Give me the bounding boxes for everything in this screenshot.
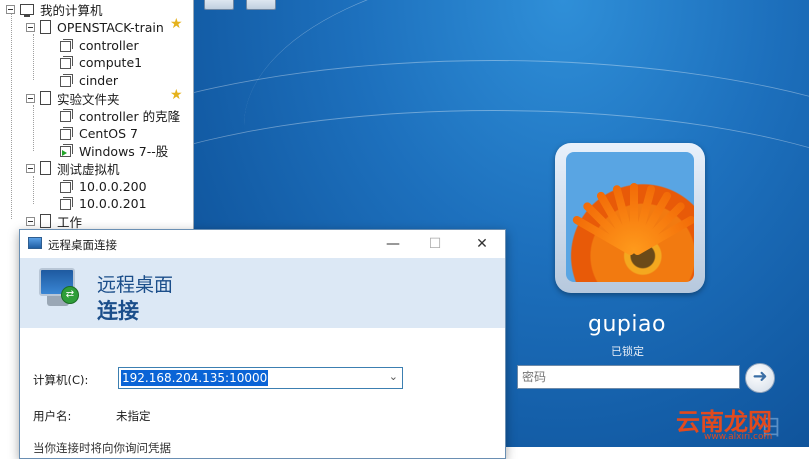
collapse-icon[interactable] [26, 163, 35, 173]
tree-root[interactable]: 我的计算机 [6, 0, 103, 18]
tree-item-vm[interactable]: 10.0.0.200 [60, 177, 147, 195]
tree-group-openstack-train[interactable]: OPENSTACK-train [26, 18, 164, 36]
tree-item-vm[interactable]: 10.0.0.201 [60, 194, 147, 212]
computer-value[interactable]: 192.168.204.135:10000 [121, 370, 269, 386]
tree-item-vm-running[interactable]: Windows 7--股 [60, 141, 168, 159]
toolbar-button[interactable] [204, 0, 234, 10]
arrow-right-icon: ➜ [752, 366, 768, 387]
remote-desktop-dialog: 远程桌面连接 — ☐ ✕ ⇄ 远程桌面 连接 计算机(C): 192.168.2… [19, 229, 506, 459]
header-title-line2: 连接 [97, 299, 139, 323]
username-value: 未指定 [116, 409, 151, 423]
tree-item-label: controller 的克隆 [79, 108, 181, 124]
collapse-icon[interactable] [26, 216, 35, 226]
tree-item-label: CentOS 7 [79, 125, 138, 141]
minimize-button[interactable]: — [378, 234, 408, 254]
vm-icon [60, 126, 73, 140]
collapse-icon[interactable] [26, 93, 35, 103]
tree-group-test-vms[interactable]: 测试虚拟机 [26, 159, 120, 177]
computer-icon [20, 3, 34, 17]
folder-icon [40, 214, 51, 228]
vm-icon [60, 196, 73, 210]
username-label: 用户名: [33, 409, 72, 423]
tree-item-label: 10.0.0.200 [79, 178, 147, 194]
user-avatar [555, 143, 705, 293]
collapse-icon[interactable] [26, 22, 35, 32]
tree-item-vm[interactable]: CentOS 7 [60, 124, 138, 142]
toolbar-button[interactable] [246, 0, 276, 10]
vm-icon [60, 38, 73, 52]
dialog-header: ⇄ 远程桌面 连接 [20, 258, 505, 328]
credential-hint: 当你连接时将向你询问凭据 [33, 441, 171, 455]
tree-group-label: OPENSTACK-train [57, 19, 164, 35]
tree-item-vm[interactable]: compute1 [60, 53, 142, 71]
flower-picture [566, 152, 694, 282]
vm-running-icon [60, 143, 73, 157]
folder-icon [40, 20, 51, 34]
star-icon[interactable]: ★ [170, 16, 183, 32]
tree-item-vm[interactable]: cinder [60, 71, 118, 89]
dialog-titlebar[interactable]: 远程桌面连接 — ☐ ✕ [20, 230, 505, 258]
login-arrow-button[interactable]: ➜ [745, 363, 775, 393]
star-icon[interactable]: ★ [170, 87, 183, 103]
rdp-app-icon [28, 237, 42, 249]
tree-item-label: Windows 7--股 [79, 143, 169, 159]
tree-group-label: 工作 [57, 214, 83, 230]
chevron-down-icon[interactable]: ⌄ [389, 370, 398, 383]
tree-item-label: 10.0.0.201 [79, 195, 147, 211]
lock-username: gupiao [588, 312, 666, 337]
vm-icon [60, 108, 73, 122]
header-title-line1: 远程桌面 [97, 274, 174, 296]
tree-group-label: 测试虚拟机 [57, 161, 120, 177]
computer-combobox[interactable]: 192.168.204.135:10000 ⌄ [118, 367, 403, 389]
vm-icon [60, 55, 73, 69]
watermark-url: www.alxiri.com [704, 432, 773, 442]
dialog-title: 远程桌面连接 [48, 238, 117, 252]
folder-icon [40, 91, 51, 105]
tree-item-label: controller [79, 37, 139, 53]
lock-status: 已锁定 [611, 345, 644, 358]
tree-group-experiment-folder[interactable]: 实验文件夹 [26, 89, 120, 107]
vm-icon [60, 179, 73, 193]
tree-item-vm[interactable]: controller [60, 36, 139, 54]
password-input[interactable] [517, 365, 740, 389]
tree-root-label: 我的计算机 [40, 2, 103, 18]
rdp-monitor-icon: ⇄ [39, 268, 79, 308]
vm-icon [60, 73, 73, 87]
maximize-button[interactable]: ☐ [420, 234, 450, 254]
computer-label: 计算机(C): [33, 373, 89, 387]
tree-item-label: cinder [79, 72, 119, 88]
tree-group-work[interactable]: 工作 [26, 212, 82, 230]
folder-icon [40, 161, 51, 175]
close-button[interactable]: ✕ [467, 234, 497, 254]
tree-item-label: compute1 [79, 54, 143, 70]
collapse-icon[interactable] [6, 4, 15, 14]
tree-item-vm[interactable]: controller 的克隆 [60, 106, 180, 124]
